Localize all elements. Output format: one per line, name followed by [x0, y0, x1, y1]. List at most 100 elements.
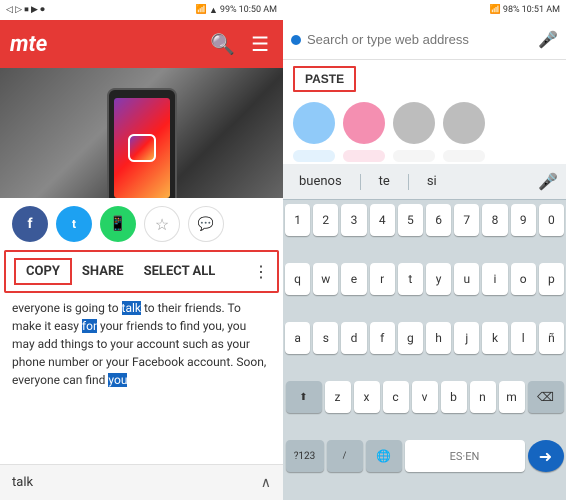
key-j[interactable]: j — [454, 322, 479, 354]
key-1[interactable]: 1 — [285, 204, 310, 236]
right-signal-icon: 📶 — [490, 5, 501, 15]
article-text-1: everyone is going to — [12, 301, 122, 315]
whatsapp-share-button[interactable]: 📱 — [100, 206, 136, 242]
quick-link-4[interactable] — [443, 102, 485, 144]
delete-key[interactable]: ⌫ — [528, 381, 564, 413]
key-2[interactable]: 2 — [313, 204, 338, 236]
key-6[interactable]: 6 — [426, 204, 451, 236]
phone-mockup — [107, 88, 177, 198]
left-bottom-bar: talk ∧ — [0, 464, 283, 500]
share-button[interactable]: SHARE — [72, 260, 134, 283]
keyboard-suggestions: buenos te si 🎤 — [283, 164, 566, 200]
key-8[interactable]: 8 — [482, 204, 507, 236]
article-image — [0, 68, 283, 198]
keyboard-mic-icon[interactable]: 🎤 — [538, 172, 558, 191]
key-a[interactable]: a — [285, 322, 310, 354]
key-p[interactable]: p — [539, 263, 564, 295]
text-context-menu: COPY SHARE SELECT ALL ⋮ — [4, 250, 279, 293]
key-row-numbers: 1 2 3 4 5 6 7 8 9 0 — [285, 204, 564, 260]
suggestion-1[interactable]: buenos — [291, 174, 350, 189]
key-t[interactable]: t — [398, 263, 423, 295]
key-row-bottom: ?123 / 🌐 ES·EN ➜ — [285, 440, 564, 496]
select-all-button[interactable]: SELECT ALL — [134, 260, 226, 283]
quick-link-2[interactable] — [343, 102, 385, 144]
key-x[interactable]: x — [354, 381, 380, 413]
left-battery: 99% — [220, 5, 237, 15]
suggestion-sep-1 — [360, 174, 361, 190]
facebook-icon: f — [27, 216, 32, 232]
key-r[interactable]: r — [370, 263, 395, 295]
space-key[interactable]: ES·EN — [405, 440, 525, 472]
key-i[interactable]: i — [482, 263, 507, 295]
globe-key[interactable]: 🌐 — [366, 440, 402, 472]
key-s[interactable]: s — [313, 322, 338, 354]
left-status-signal: 📶 — [196, 5, 207, 15]
key-m[interactable]: m — [499, 381, 525, 413]
paste-button[interactable]: PASTE — [293, 66, 356, 92]
key-n-tilde[interactable]: ñ — [539, 322, 564, 354]
left-status-wifi: ▲ — [209, 5, 218, 16]
bookmark-icon: ☆ — [155, 215, 169, 234]
keyboard-rows: 1 2 3 4 5 6 7 8 9 0 q w e r t y u i — [283, 200, 566, 500]
search-icon[interactable]: 🔍 — [206, 28, 239, 60]
key-row-q: q w e r t y u i o p — [285, 263, 564, 319]
enter-key[interactable]: ➜ — [528, 440, 564, 472]
key-z[interactable]: z — [325, 381, 351, 413]
copy-button[interactable]: COPY — [14, 258, 72, 285]
facebook-share-button[interactable]: f — [12, 206, 48, 242]
key-u[interactable]: u — [454, 263, 479, 295]
left-status-bar: ◁ ▷ ⏹ ▶ ⏺ 📶 ▲ 99% 10:50 AM — [0, 0, 283, 20]
bookmark-button[interactable]: ☆ — [144, 206, 180, 242]
comment-icon: 💬 — [198, 217, 214, 232]
mic-icon[interactable]: 🎤 — [538, 30, 558, 49]
key-h[interactable]: h — [426, 322, 451, 354]
key-b[interactable]: b — [441, 381, 467, 413]
comment-button[interactable]: 💬 — [188, 206, 224, 242]
key-w[interactable]: w — [313, 263, 338, 295]
slash-key[interactable]: / — [327, 440, 363, 472]
key-0[interactable]: 0 — [539, 204, 564, 236]
right-battery: 98% — [503, 5, 520, 15]
key-y[interactable]: y — [426, 263, 451, 295]
url-input[interactable] — [307, 32, 532, 47]
key-k[interactable]: k — [482, 322, 507, 354]
shift-key[interactable]: ⬆ — [286, 381, 322, 413]
collapse-arrow-icon[interactable]: ∧ — [261, 475, 271, 491]
article-text: everyone is going to talk to their frien… — [0, 293, 283, 464]
right-status-right: 📶 98% 10:51 AM — [490, 5, 560, 15]
quick-link-3[interactable] — [393, 102, 435, 144]
more-options-icon[interactable]: ⋮ — [253, 262, 269, 281]
right-status-bar: 📶 98% 10:51 AM — [283, 0, 566, 20]
key-7[interactable]: 7 — [454, 204, 479, 236]
menu-icon[interactable]: ☰ — [247, 28, 273, 60]
key-n[interactable]: n — [470, 381, 496, 413]
key-9[interactable]: 9 — [511, 204, 536, 236]
twitter-icon: t — [72, 217, 76, 231]
key-q[interactable]: q — [285, 263, 310, 295]
quick-link-1[interactable] — [293, 102, 335, 144]
key-3[interactable]: 3 — [341, 204, 366, 236]
quick-links-labels — [283, 148, 566, 164]
highlighted-word-for: for — [82, 319, 97, 333]
quick-links-row — [283, 98, 566, 148]
key-l[interactable]: l — [511, 322, 536, 354]
key-e[interactable]: e — [341, 263, 366, 295]
phone-screen — [114, 98, 170, 198]
key-4[interactable]: 4 — [370, 204, 395, 236]
key-5[interactable]: 5 — [398, 204, 423, 236]
numbers-key[interactable]: ?123 — [286, 440, 324, 472]
highlighted-word-talk: talk — [122, 301, 141, 315]
key-f[interactable]: f — [370, 322, 395, 354]
key-g[interactable]: g — [398, 322, 423, 354]
key-c[interactable]: c — [383, 381, 409, 413]
key-v[interactable]: v — [412, 381, 438, 413]
shift-icon: ⬆ — [299, 392, 307, 403]
twitter-share-button[interactable]: t — [56, 206, 92, 242]
key-o[interactable]: o — [511, 263, 536, 295]
whatsapp-icon: 📱 — [109, 216, 126, 232]
key-d[interactable]: d — [341, 322, 366, 354]
suggestion-sep-2 — [408, 174, 409, 190]
right-time: 10:51 AM — [522, 5, 560, 15]
suggestion-2[interactable]: te — [371, 174, 398, 189]
suggestion-3[interactable]: si — [419, 174, 445, 189]
